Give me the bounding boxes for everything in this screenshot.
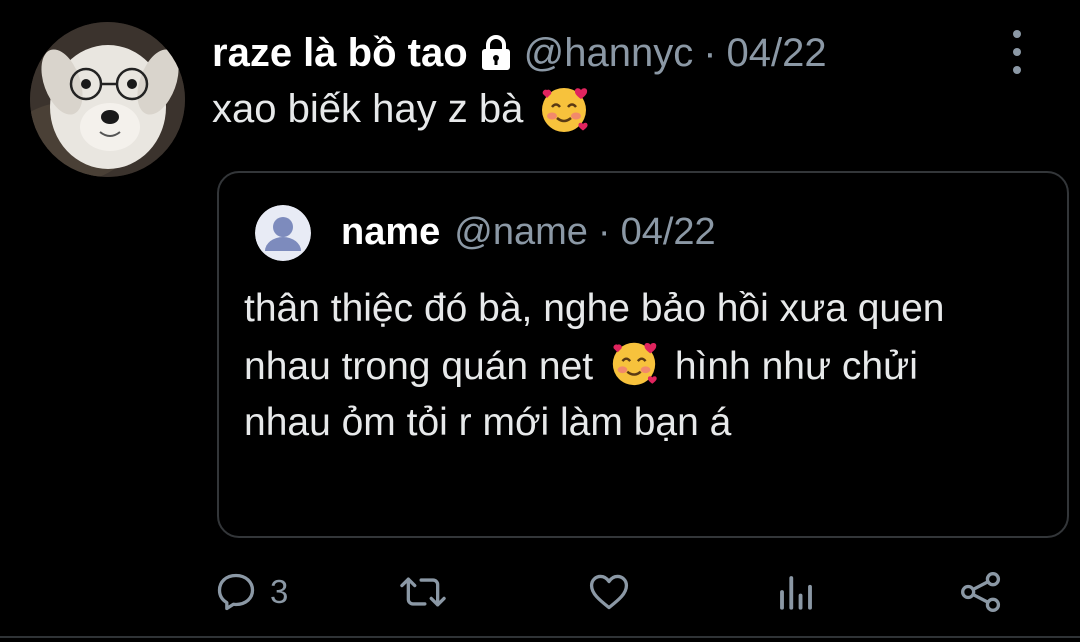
quoted-tweet-text: thân thiệc đó bà, nghe bảo hồi xưa quen … bbox=[244, 281, 984, 451]
more-options-icon[interactable] bbox=[1002, 30, 1032, 74]
analytics-icon bbox=[780, 576, 812, 610]
tweet-header: raze là bồ tao @hannyc · 04/22 bbox=[212, 28, 827, 78]
smiling-face-with-hearts-icon bbox=[608, 337, 660, 389]
share-icon bbox=[961, 572, 1001, 612]
analytics-button[interactable] bbox=[775, 568, 817, 616]
quoted-display-name[interactable]: name bbox=[341, 211, 440, 254]
tweet-text: xao biếk hay z bà bbox=[212, 82, 591, 136]
divider bbox=[0, 636, 1080, 638]
tweet-action-bar: 3 bbox=[0, 560, 1080, 624]
retweet-button[interactable] bbox=[398, 568, 448, 616]
tweet-date[interactable]: 04/22 bbox=[727, 31, 827, 76]
quoted-author-avatar[interactable] bbox=[255, 205, 311, 261]
separator-dot: · bbox=[597, 211, 611, 253]
reply-button[interactable]: 3 bbox=[214, 568, 288, 616]
tweet-body: xao biếk hay z bà bbox=[212, 86, 524, 131]
like-button[interactable] bbox=[586, 568, 632, 616]
author-display-name[interactable]: raze là bồ tao bbox=[212, 31, 468, 76]
reply-count: 3 bbox=[270, 573, 289, 610]
separator-dot: · bbox=[703, 30, 717, 75]
retweet-icon bbox=[400, 577, 446, 607]
quoted-tweet-card[interactable]: name @name · 04/22 thân thiệc đó bà, ngh… bbox=[217, 171, 1069, 538]
quoted-handle[interactable]: @name bbox=[454, 211, 588, 254]
quoted-date[interactable]: 04/22 bbox=[621, 211, 716, 254]
quoted-tweet-header: name @name · 04/22 bbox=[341, 211, 716, 254]
author-avatar[interactable] bbox=[30, 22, 185, 177]
lock-icon bbox=[476, 33, 516, 73]
reply-icon bbox=[217, 573, 255, 611]
author-handle[interactable]: @hannyc bbox=[524, 31, 694, 76]
share-button[interactable] bbox=[958, 568, 1004, 616]
smiling-face-with-hearts-icon bbox=[537, 82, 591, 136]
puppy-avatar-image bbox=[30, 22, 185, 177]
like-icon bbox=[589, 574, 629, 610]
default-user-icon bbox=[255, 205, 311, 261]
